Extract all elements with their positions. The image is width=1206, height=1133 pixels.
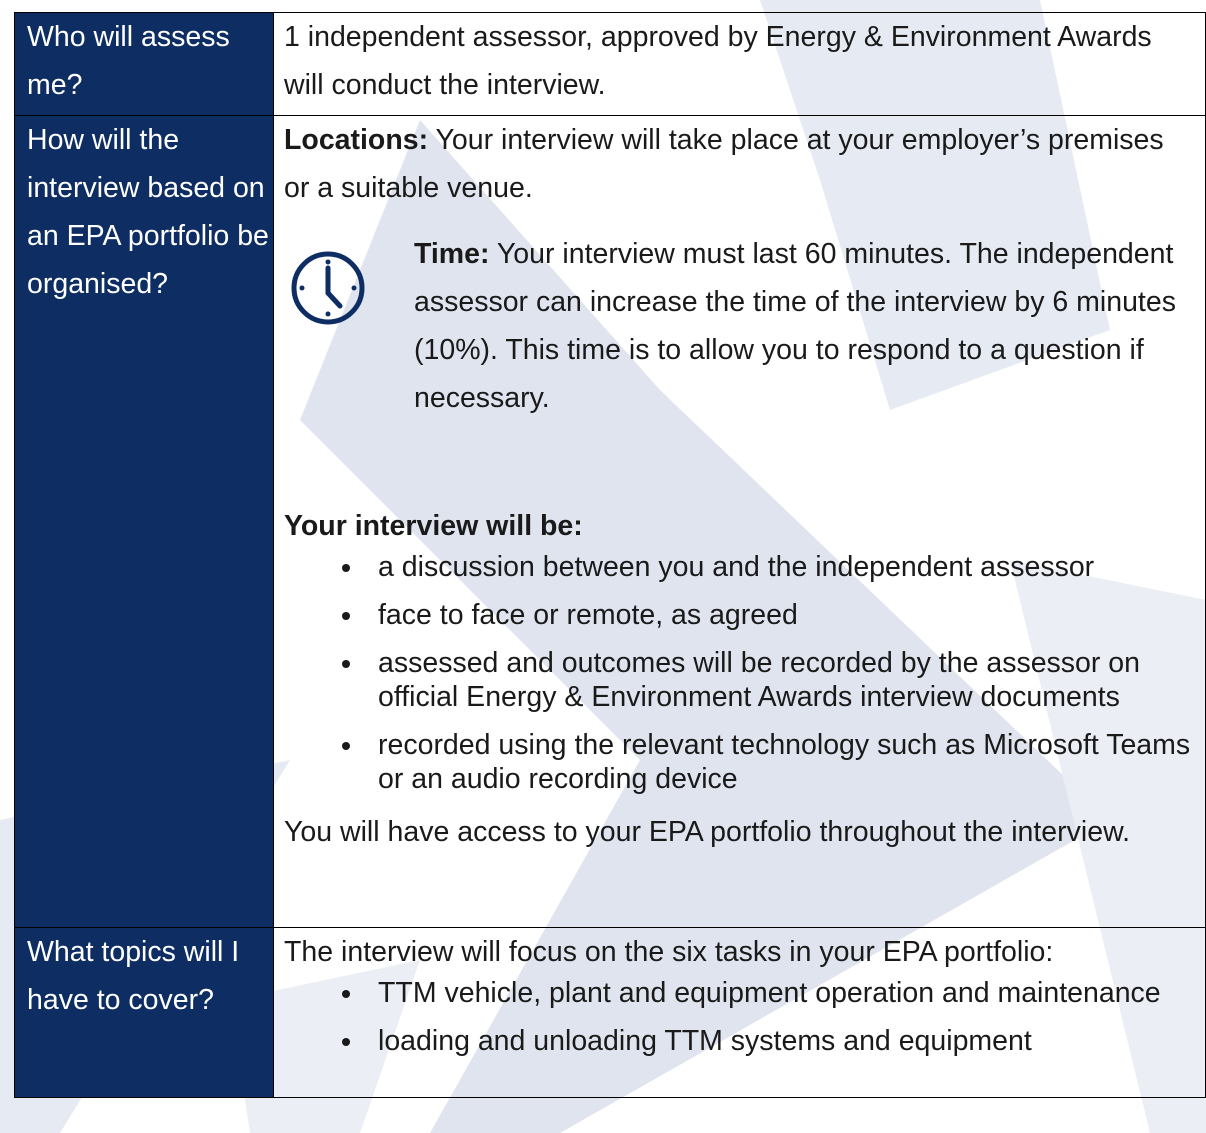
list-item: assessed and outcomes will be recorded b… xyxy=(342,646,1195,714)
time-heading: Time: xyxy=(414,238,490,270)
clock-icon xyxy=(284,230,376,422)
interview-organisation-content: Locations: Your interview will take plac… xyxy=(273,115,1206,928)
row-who-will-assess: Who will assess me? 1 independent assess… xyxy=(14,12,1206,116)
assessor-text: 1 independent assessor, approved by Ener… xyxy=(273,12,1206,116)
time-text: Your interview must last 60 minutes. The… xyxy=(414,238,1176,414)
topics-bullet-list: TTM vehicle, plant and equipment operati… xyxy=(284,976,1195,1058)
list-item: face to face or remote, as agreed xyxy=(342,598,1195,632)
assessment-info-table: Who will assess me? 1 independent assess… xyxy=(14,12,1206,1098)
list-item: recorded using the relevant technology s… xyxy=(342,728,1195,796)
portfolio-access-text: You will have access to your EPA portfol… xyxy=(284,816,1130,848)
list-item: TTM vehicle, plant and equipment operati… xyxy=(342,976,1195,1010)
interview-will-be-heading: Your interview will be: xyxy=(284,510,583,542)
row-interview-organisation: How will the interview based on an EPA p… xyxy=(14,115,1206,928)
interview-bullet-list: a discussion between you and the indepen… xyxy=(284,550,1195,796)
time-paragraph: Time: Your interview must last 60 minute… xyxy=(376,230,1195,422)
topics-content: The interview will focus on the six task… xyxy=(273,927,1206,1098)
row-label: How will the interview based on an EPA p… xyxy=(14,115,274,928)
locations-paragraph: Locations: Your interview will take plac… xyxy=(284,116,1195,212)
row-topics: What topics will I have to cover? The in… xyxy=(14,927,1206,1098)
row-label: Who will assess me? xyxy=(14,12,274,116)
locations-heading: Locations: xyxy=(284,124,429,156)
list-item: loading and unloading TTM systems and eq… xyxy=(342,1024,1195,1058)
row-label: What topics will I have to cover? xyxy=(14,927,274,1098)
list-item: a discussion between you and the indepen… xyxy=(342,550,1195,584)
time-block: Time: Your interview must last 60 minute… xyxy=(284,230,1195,422)
topics-intro: The interview will focus on the six task… xyxy=(284,936,1054,968)
